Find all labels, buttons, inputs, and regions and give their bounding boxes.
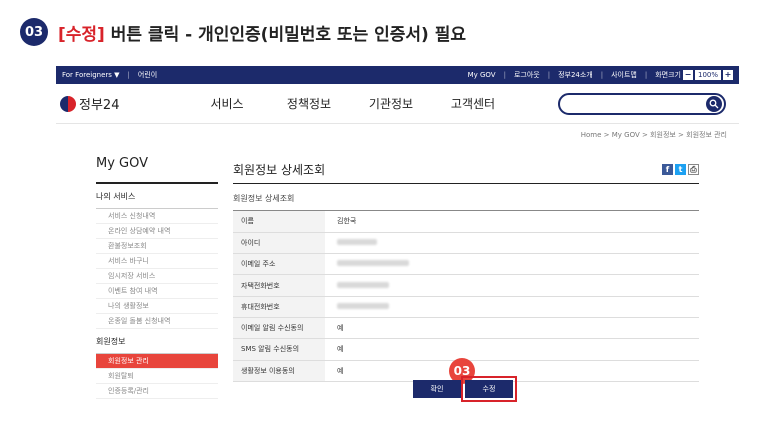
- table-row: 휴대전화번호: [233, 296, 699, 318]
- nav-service[interactable]: 서비스: [186, 95, 268, 112]
- table-row: 자택전화번호: [233, 274, 699, 297]
- row-value: 김한국: [325, 211, 699, 233]
- row-label: 이메일 주소: [233, 253, 325, 276]
- side-menu: My GOV 나의 서비스 서비스 신청내역 온라인 상담예약 내역 환불정보조…: [96, 156, 218, 399]
- zoom-control: 화면크기 − 100% +: [655, 70, 733, 80]
- side-item-withdraw[interactable]: 회원탈퇴: [96, 369, 218, 384]
- kids-link[interactable]: 어린이: [138, 70, 157, 80]
- side-item[interactable]: 온라인 상담예약 내역: [96, 224, 218, 239]
- side-item[interactable]: 나의 생활정보: [96, 299, 218, 314]
- member-info-table: 이름 김한국 아이디 이메일 주소 자택전화번호 휴대전화번호 이메일 알림 수신…: [233, 211, 699, 382]
- logo-text: 정부24: [79, 98, 120, 113]
- nav-policy[interactable]: 정책정보: [268, 95, 350, 112]
- side-item[interactable]: 임시저장 서비스: [96, 269, 218, 284]
- search-button[interactable]: [706, 96, 722, 112]
- side-section-my-service[interactable]: 나의 서비스: [96, 184, 218, 209]
- tutorial-stage: 03 [수정] 버튼 클릭 - 개인인증(비밀번호 또는 인증서) 필요 For…: [0, 0, 759, 434]
- action-buttons: 확인 수정: [413, 376, 517, 402]
- print-icon[interactable]: ⎙: [688, 164, 699, 175]
- side-item[interactable]: 환불정보조회: [96, 239, 218, 254]
- side-item[interactable]: 이벤트 참여 내역: [96, 284, 218, 299]
- table-row: SMS 알림 수신동의 예: [233, 338, 699, 361]
- nav-agency[interactable]: 기관정보: [350, 95, 432, 112]
- step-number-badge: 03: [20, 18, 48, 46]
- zoom-out-button[interactable]: −: [682, 70, 693, 80]
- section-subtitle: 회원정보 상세조회: [233, 193, 699, 211]
- redacted-value: [337, 260, 409, 267]
- redacted-value: [337, 281, 389, 288]
- step-title: [수정] 버튼 클릭 - 개인인증(비밀번호 또는 인증서) 필요: [58, 20, 466, 45]
- zoom-label: 화면크기: [655, 71, 681, 79]
- table-row: 아이디: [233, 232, 699, 255]
- side-item[interactable]: 서비스 신청내역: [96, 209, 218, 224]
- row-value: 예: [325, 338, 699, 361]
- content-header: 회원정보 상세조회 f t ⎙: [233, 156, 699, 184]
- share-tools: f t ⎙: [662, 164, 699, 175]
- confirm-button[interactable]: 확인: [413, 380, 461, 398]
- mygov-link[interactable]: My GOV: [468, 71, 496, 79]
- breadcrumb: Home > My GOV > 회원정보 > 회원정보 관리: [580, 131, 727, 139]
- site-logo[interactable]: 정부24: [60, 94, 150, 113]
- page-title: 회원정보 상세조회: [233, 163, 326, 177]
- site-screenshot: For Foreigners ▼ | 어린이 My GOV | 로그아웃 | 정부2…: [56, 66, 739, 434]
- side-item[interactable]: 서비스 바구니: [96, 254, 218, 269]
- zoom-in-button[interactable]: +: [723, 70, 733, 80]
- row-label: 이름: [233, 211, 325, 233]
- nav-support[interactable]: 고객센터: [432, 95, 514, 112]
- zoom-value: 100%: [694, 70, 721, 80]
- side-item-member-manage[interactable]: 회원정보 관리: [96, 354, 218, 369]
- table-row: 이메일 알림 수신동의 예: [233, 317, 699, 340]
- intro-link[interactable]: 정부24소개: [558, 70, 593, 80]
- side-section-member-info[interactable]: 회원정보: [96, 329, 218, 354]
- row-label: 자택전화번호: [233, 274, 325, 297]
- search-input[interactable]: [558, 93, 726, 115]
- edit-button[interactable]: 수정: [461, 376, 517, 402]
- table-row: 이메일 주소: [233, 253, 699, 276]
- main-nav: 서비스 정책정보 기관정보 고객센터: [186, 95, 514, 112]
- redacted-value: [337, 302, 389, 309]
- side-item[interactable]: 온종일 돌봄 신청내역: [96, 314, 218, 329]
- taegeuk-logo-icon: [60, 95, 76, 112]
- for-foreigners-link[interactable]: For Foreigners ▼: [62, 71, 120, 79]
- twitter-icon[interactable]: t: [675, 164, 686, 175]
- step-title-rest: 버튼 클릭 - 개인인증(비밀번호 또는 인증서) 필요: [104, 24, 467, 45]
- search-icon: [709, 99, 719, 109]
- logout-link[interactable]: 로그아웃: [514, 70, 540, 80]
- row-label: 휴대전화번호: [233, 296, 325, 318]
- row-label: 생활정보 이용동의: [233, 360, 325, 382]
- row-label: SMS 알림 수신동의: [233, 338, 325, 361]
- row-label: 이메일 알림 수신동의: [233, 317, 325, 340]
- facebook-icon[interactable]: f: [662, 164, 673, 175]
- row-label: 아이디: [233, 232, 325, 255]
- redacted-value: [337, 238, 377, 245]
- utility-bar: For Foreigners ▼ | 어린이 My GOV | 로그아웃 | 정부2…: [56, 66, 739, 84]
- sitemap-link[interactable]: 사이트맵: [611, 70, 637, 80]
- row-value: 예: [325, 360, 699, 382]
- table-row: 이름 김한국: [233, 211, 699, 233]
- main-content: 회원정보 상세조회 f t ⎙ 회원정보 상세조회 이름 김한국 아이디 이메일 …: [233, 156, 699, 382]
- step-title-highlight: [수정]: [58, 24, 105, 45]
- step-heading: 03 [수정] 버튼 클릭 - 개인인증(비밀번호 또는 인증서) 필요: [20, 18, 466, 46]
- side-item-cert[interactable]: 인증등록/관리: [96, 384, 218, 399]
- row-value: 예: [325, 317, 699, 340]
- side-menu-title: My GOV: [96, 156, 218, 184]
